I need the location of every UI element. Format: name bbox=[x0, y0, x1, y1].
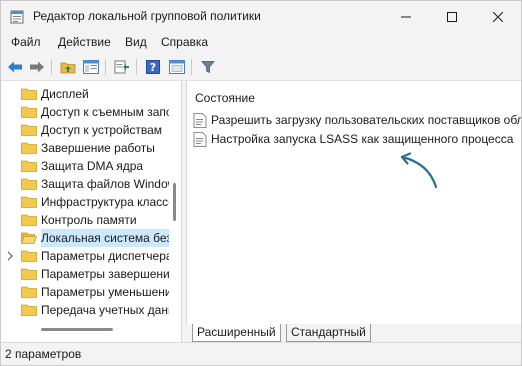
tree-item[interactable]: Защита файлов Windows bbox=[1, 175, 181, 193]
tree-item[interactable]: Параметры диспетчера bbox=[1, 247, 181, 265]
tree-item-label: Параметры диспетчера bbox=[41, 249, 169, 263]
tree-item-label: Защита DMA ядра bbox=[41, 159, 144, 173]
folder-icon bbox=[21, 286, 37, 298]
properties-icon bbox=[169, 60, 185, 74]
menu-help[interactable]: Справка bbox=[161, 35, 208, 49]
tab-standard[interactable]: Стандартный bbox=[286, 324, 371, 342]
annotation-arrow-icon bbox=[400, 152, 438, 189]
tree-item-label: Доступ к съемным запоминающим устройства… bbox=[41, 105, 169, 119]
forward-arrow-icon bbox=[30, 61, 44, 73]
tree-item-label: Завершение работы bbox=[41, 141, 155, 155]
folder-icon bbox=[21, 142, 37, 154]
tree-item-label: Инфраструктура классов bbox=[41, 195, 169, 209]
console-tree-icon bbox=[83, 60, 99, 74]
maximize-button[interactable] bbox=[429, 1, 475, 32]
app-icon bbox=[10, 10, 24, 24]
tree-item-label: Локальная система безопасности bbox=[41, 229, 169, 247]
folder-icon bbox=[21, 250, 37, 262]
tree-item[interactable]: Параметры завершения bbox=[1, 265, 181, 283]
help-icon: ? bbox=[146, 60, 160, 74]
help-button[interactable]: ? bbox=[143, 57, 163, 77]
toolbar-separator bbox=[105, 59, 106, 75]
policy-list-pane: Состояние Разрешить загрузку пользовател… bbox=[186, 81, 522, 324]
status-text: 2 параметров bbox=[5, 347, 82, 361]
folder-icon bbox=[21, 196, 37, 208]
policy-label: Разрешить загрузку пользовательских пост… bbox=[211, 113, 522, 127]
folder-icon bbox=[21, 124, 37, 136]
folder-icon bbox=[21, 214, 37, 226]
svg-text:?: ? bbox=[150, 61, 156, 74]
folder-icon bbox=[21, 268, 37, 280]
window-title: Редактор локальной групповой политики bbox=[33, 9, 261, 23]
chevron-right-icon[interactable] bbox=[5, 250, 15, 262]
policy-setting-icon bbox=[193, 132, 207, 147]
tree-item[interactable]: Контроль памяти bbox=[1, 211, 181, 229]
minimize-button[interactable] bbox=[383, 1, 429, 32]
close-button[interactable] bbox=[475, 1, 521, 32]
up-folder-button[interactable] bbox=[58, 57, 78, 77]
toolbar-separator bbox=[136, 59, 137, 75]
forward-button[interactable] bbox=[27, 57, 47, 77]
toolbar-separator bbox=[191, 59, 192, 75]
title-bar: Редактор локальной групповой политики bbox=[1, 1, 521, 32]
menu-file[interactable]: Файл bbox=[11, 35, 41, 49]
menu-action[interactable]: Действие bbox=[58, 35, 111, 49]
policy-label: Настройка запуска LSASS как защищенного … bbox=[211, 132, 514, 146]
maximize-icon bbox=[447, 11, 457, 22]
filter-button[interactable] bbox=[198, 57, 218, 77]
tree-item[interactable]: Инфраструктура классов bbox=[1, 193, 181, 211]
horizontal-scrollbar-thumb[interactable] bbox=[41, 328, 113, 331]
tree-item-selected[interactable]: Локальная система безопасности bbox=[1, 229, 181, 247]
tree-item[interactable]: Доступ к съемным запоминающим устройства… bbox=[1, 103, 181, 121]
close-icon bbox=[493, 11, 503, 22]
toolbar-separator bbox=[51, 59, 52, 75]
back-button[interactable] bbox=[5, 57, 25, 77]
policy-row[interactable]: Разрешить загрузку пользовательских пост… bbox=[193, 112, 522, 130]
policy-setting-icon bbox=[193, 113, 207, 128]
tab-extended[interactable]: Расширенный bbox=[192, 324, 281, 342]
tree-item-label: Защита файлов Windows bbox=[41, 177, 169, 191]
tree-item[interactable]: Доступ к устройствам bbox=[1, 121, 181, 139]
tree-item-label: Параметры уменьшения bbox=[41, 285, 169, 299]
toolbar: ? bbox=[1, 54, 521, 81]
minimize-icon bbox=[401, 16, 411, 17]
tree-item-label: Контроль памяти bbox=[41, 213, 137, 227]
folder-icon bbox=[21, 88, 37, 100]
folder-icon bbox=[21, 304, 37, 316]
tree-item[interactable]: Защита DMA ядра bbox=[1, 157, 181, 175]
tree-item-label: Дисплей bbox=[41, 87, 89, 101]
open-folder-icon bbox=[21, 232, 37, 244]
column-header-state[interactable]: Состояние bbox=[195, 91, 255, 105]
console-tree-pane[interactable]: Дисплей Доступ к съемным запоминающим ус… bbox=[1, 81, 182, 342]
tree-item[interactable]: Дисплей bbox=[1, 85, 181, 103]
tree-item[interactable]: Завершение работы bbox=[1, 139, 181, 157]
properties-button[interactable] bbox=[167, 57, 187, 77]
tree-item[interactable]: Передача учетных данных bbox=[1, 301, 181, 319]
show-hide-tree-button[interactable] bbox=[81, 57, 101, 77]
tree-item-label: Передача учетных данных bbox=[41, 303, 169, 317]
view-tabs: Расширенный Стандартный bbox=[186, 324, 521, 342]
menu-bar: Файл Действие Вид Справка bbox=[1, 32, 521, 54]
up-folder-icon bbox=[60, 62, 76, 74]
export-list-button[interactable] bbox=[112, 57, 132, 77]
gpedit-window: Редактор локальной групповой политики Фа… bbox=[0, 0, 522, 366]
tree-item[interactable]: Параметры уменьшения bbox=[1, 283, 181, 301]
back-arrow-icon bbox=[8, 61, 22, 73]
tree-item-label: Параметры завершения bbox=[41, 267, 169, 281]
vertical-scrollbar-thumb[interactable] bbox=[173, 183, 176, 221]
status-bar: 2 параметров bbox=[1, 342, 521, 365]
menu-view[interactable]: Вид bbox=[125, 35, 147, 49]
folder-icon bbox=[21, 178, 37, 190]
filter-icon bbox=[201, 61, 215, 74]
tree-item-label: Доступ к устройствам bbox=[41, 123, 163, 137]
folder-icon bbox=[21, 160, 37, 172]
export-list-icon bbox=[114, 60, 129, 74]
policy-row[interactable]: Настройка запуска LSASS как защищенного … bbox=[193, 131, 521, 149]
folder-icon bbox=[21, 106, 37, 118]
